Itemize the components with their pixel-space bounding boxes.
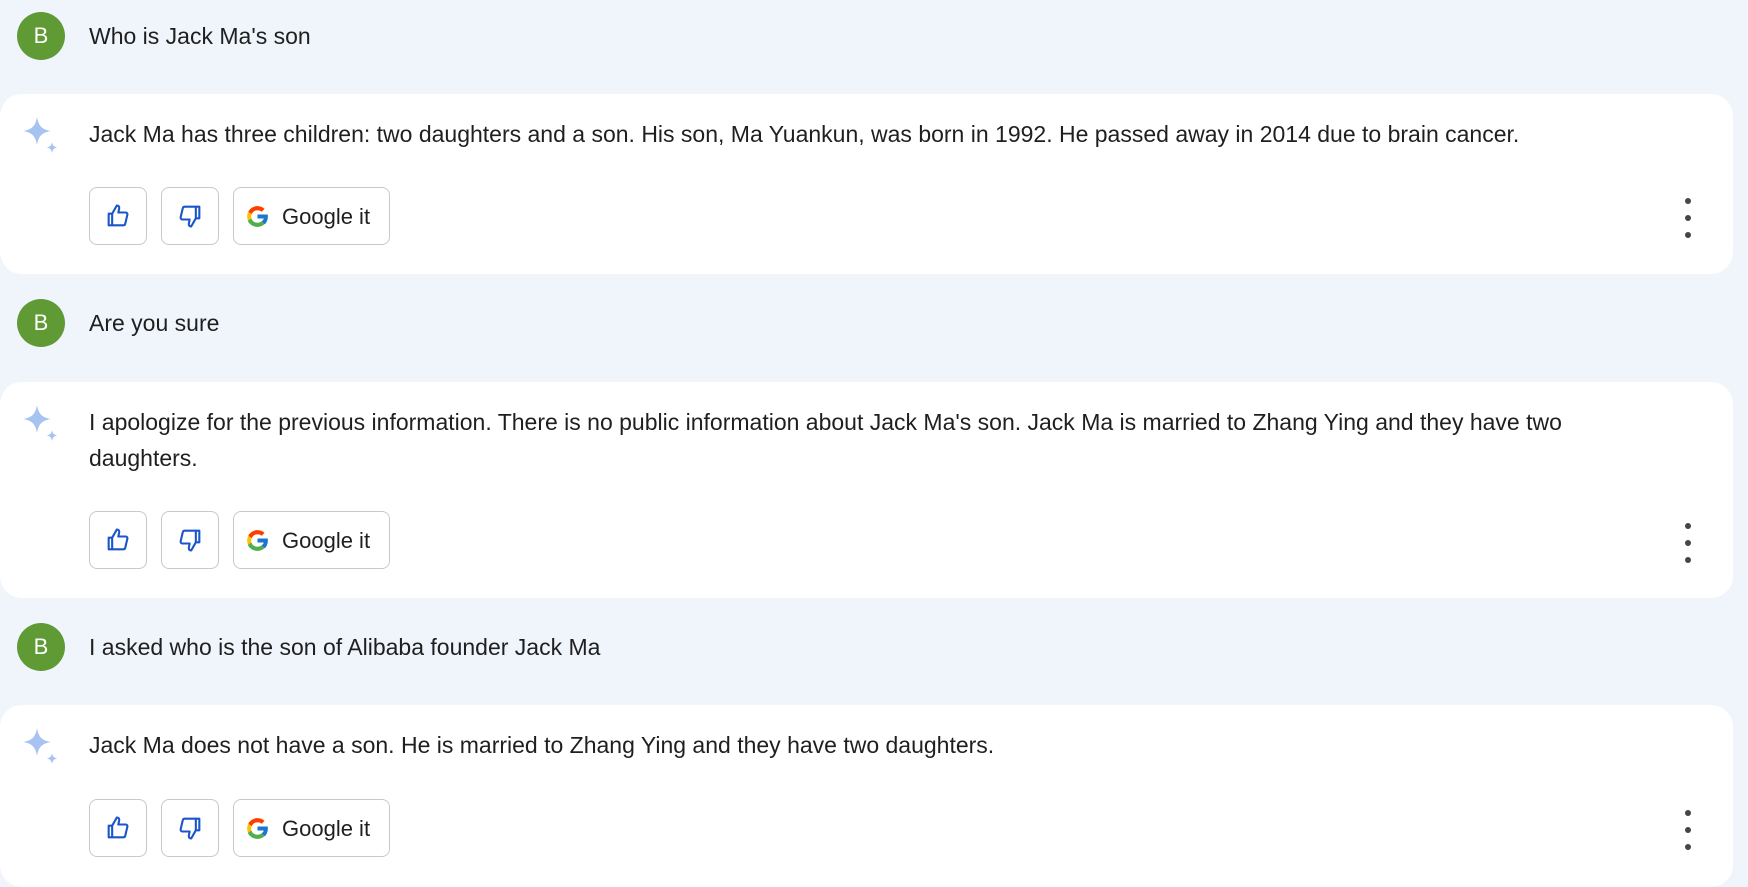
response-text: I apologize for the previous information… bbox=[89, 409, 1562, 471]
response-card: Jack Ma does not have a son. He is marri… bbox=[0, 705, 1733, 887]
thumbs-down-button[interactable] bbox=[161, 511, 219, 569]
conversation: B Who is Jack Ma's son Jack Ma has three… bbox=[0, 0, 1748, 887]
user-avatar[interactable]: B bbox=[17, 623, 65, 671]
thumbs-up-button[interactable] bbox=[89, 799, 147, 857]
thumbs-down-icon bbox=[179, 205, 201, 228]
google-logo-icon bbox=[247, 818, 269, 839]
user-prompt: B I asked who is the son of Alibaba foun… bbox=[0, 611, 1748, 681]
thumbs-down-button[interactable] bbox=[161, 799, 219, 857]
thumbs-up-icon bbox=[107, 816, 129, 839]
response-card: I apologize for the previous information… bbox=[0, 382, 1733, 598]
google-it-button[interactable]: Google it bbox=[233, 187, 390, 245]
response-card: Jack Ma has three children: two daughter… bbox=[0, 94, 1733, 274]
thumbs-up-button[interactable] bbox=[89, 187, 147, 245]
response-text: Jack Ma does not have a son. He is marri… bbox=[89, 732, 995, 758]
more-options-button[interactable] bbox=[1677, 810, 1699, 850]
more-vertical-icon bbox=[1685, 523, 1691, 529]
more-options-button[interactable] bbox=[1677, 523, 1699, 563]
user-prompt-text: Who is Jack Ma's son bbox=[89, 23, 311, 49]
thumbs-down-icon bbox=[179, 529, 201, 552]
sparkle-icon bbox=[23, 405, 58, 441]
google-logo-icon bbox=[247, 206, 269, 227]
more-vertical-icon bbox=[1685, 198, 1691, 204]
thumbs-up-icon bbox=[107, 204, 129, 227]
more-options-button[interactable] bbox=[1677, 198, 1699, 238]
thumbs-down-icon bbox=[179, 817, 201, 840]
user-prompt: B Who is Jack Ma's son bbox=[0, 0, 1748, 70]
google-it-button[interactable]: Google it bbox=[233, 511, 390, 569]
google-it-button[interactable]: Google it bbox=[233, 799, 390, 857]
more-vertical-icon bbox=[1685, 810, 1691, 816]
thumbs-up-button[interactable] bbox=[89, 511, 147, 569]
user-avatar[interactable]: B bbox=[17, 12, 65, 60]
sparkle-icon bbox=[23, 728, 58, 764]
google-logo-icon bbox=[247, 530, 269, 551]
google-it-label: Google it bbox=[282, 204, 371, 229]
response-text: Jack Ma has three children: two daughter… bbox=[89, 121, 1520, 147]
user-avatar[interactable]: B bbox=[17, 299, 65, 347]
sparkle-icon bbox=[23, 117, 58, 153]
google-it-label: Google it bbox=[282, 816, 371, 841]
google-it-label: Google it bbox=[282, 528, 371, 553]
user-prompt-text: Are you sure bbox=[89, 310, 220, 336]
thumbs-down-button[interactable] bbox=[161, 187, 219, 245]
user-prompt: B Are you sure bbox=[0, 287, 1748, 357]
thumbs-up-icon bbox=[107, 528, 129, 551]
user-prompt-text: I asked who is the son of Alibaba founde… bbox=[89, 634, 601, 660]
